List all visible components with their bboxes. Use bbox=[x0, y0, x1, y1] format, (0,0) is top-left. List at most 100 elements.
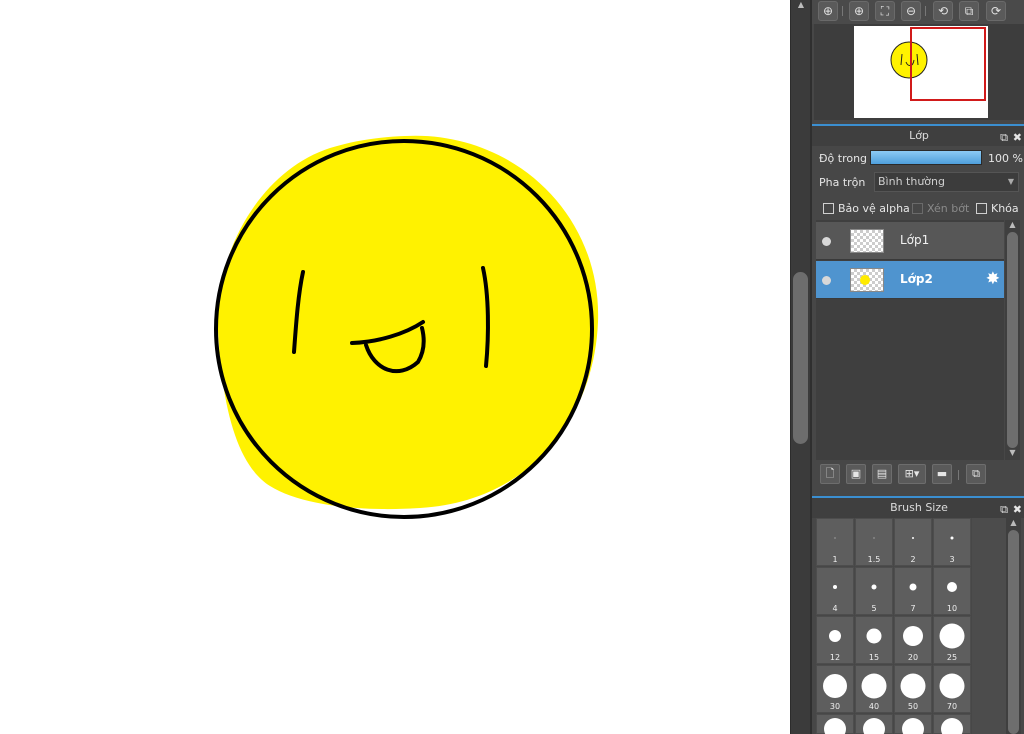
duplicate-icon: ⧉ bbox=[972, 467, 980, 480]
brush-size-label: 50 bbox=[907, 702, 919, 711]
brush-dot-icon bbox=[873, 537, 875, 539]
brush-size-label: 1 bbox=[832, 555, 838, 564]
opacity-slider[interactable] bbox=[870, 150, 982, 165]
navigator-viewport-frame[interactable] bbox=[910, 27, 986, 101]
brush-size-20[interactable]: 20 bbox=[894, 616, 932, 664]
brush-size-15[interactable]: 15 bbox=[855, 616, 893, 664]
new-special-layer-button[interactable]: ▤ bbox=[872, 464, 892, 484]
zoom-out-button[interactable]: ⊖ bbox=[901, 1, 921, 21]
brush-size-label: 40 bbox=[868, 702, 880, 711]
brush-size-1-5[interactable]: 1.5 bbox=[855, 518, 893, 566]
brush-size-next[interactable] bbox=[933, 714, 971, 734]
layers-panel-header: Lớp ⧉ ✖ bbox=[812, 124, 1024, 146]
brush-size-label: 70 bbox=[946, 702, 958, 711]
protect-alpha-checkbox[interactable] bbox=[823, 203, 834, 214]
brush-size-3[interactable]: 3 bbox=[933, 518, 971, 566]
new-layer-button[interactable]: 🗋 bbox=[820, 464, 840, 484]
close-icon[interactable]: ✖ bbox=[1013, 500, 1022, 519]
brush-dot-icon bbox=[863, 718, 885, 734]
brush-dot-icon bbox=[947, 582, 957, 592]
visibility-toggle-icon[interactable] bbox=[822, 276, 831, 285]
blend-mode-select[interactable]: Bình thường ▼ bbox=[874, 172, 1019, 192]
brush-dot-icon bbox=[941, 718, 963, 734]
brush-size-next[interactable] bbox=[855, 714, 893, 734]
clipping-checkbox[interactable] bbox=[912, 203, 923, 214]
fit-screen-button[interactable]: ⛶ bbox=[875, 1, 895, 21]
layer-list-scrollbar[interactable]: ▲ ▼ bbox=[1005, 220, 1020, 460]
layer-thumbnail-content bbox=[860, 275, 870, 285]
brush-size-label: 25 bbox=[946, 653, 958, 662]
scroll-up-icon[interactable]: ▲ bbox=[1007, 220, 1018, 229]
new-halftone-layer-button[interactable]: ▣ bbox=[846, 464, 866, 484]
rotate-right-button[interactable]: ⟳ bbox=[986, 1, 1006, 21]
layer-row-lop1[interactable]: Lớp1 bbox=[816, 222, 1004, 260]
layer-name: Lớp1 bbox=[900, 233, 930, 247]
brush-size-40[interactable]: 40 bbox=[855, 665, 893, 713]
brush-size-5[interactable]: 5 bbox=[855, 567, 893, 615]
canvas-scrollbar[interactable]: ▲ bbox=[790, 0, 810, 734]
drawing-canvas[interactable] bbox=[0, 0, 790, 734]
actual-size-icon: ⧉ bbox=[964, 4, 974, 18]
lock-checkbox[interactable] bbox=[976, 203, 987, 214]
layer-list-scroll-thumb[interactable] bbox=[1007, 232, 1018, 448]
scroll-up-icon[interactable]: ▲ bbox=[1008, 518, 1019, 527]
brush-grid-empty-area bbox=[972, 518, 1006, 734]
add-layer-icon: ⊞▾ bbox=[904, 467, 920, 480]
brush-dot-icon bbox=[829, 630, 841, 642]
new-folder-button[interactable]: ▬ bbox=[932, 464, 952, 484]
special-layer-icon: ▤ bbox=[876, 467, 888, 480]
popout-icon[interactable]: ⧉ bbox=[1000, 128, 1008, 147]
brush-size-12[interactable]: 12 bbox=[816, 616, 854, 664]
navigator-paper bbox=[854, 26, 988, 118]
layer-name: Lớp2 bbox=[900, 272, 933, 286]
chevron-down-icon: ▼ bbox=[1007, 177, 1014, 186]
brush-size-next[interactable] bbox=[894, 714, 932, 734]
right-dock: ⊕ ⊕ ⛶ ⊖ ⟲ ⧉ ⟳ Lớp ⧉ ✖ Độ trong 100 % Pha… bbox=[810, 0, 1024, 734]
brush-size-7[interactable]: 7 bbox=[894, 567, 932, 615]
opacity-slider-fill bbox=[871, 151, 981, 164]
brush-dot-icon bbox=[900, 673, 926, 699]
popout-icon[interactable]: ⧉ bbox=[1000, 500, 1008, 519]
blend-mode-value: Bình thường bbox=[878, 175, 945, 188]
brush-size-next[interactable] bbox=[816, 714, 854, 734]
opacity-label: Độ trong bbox=[819, 152, 868, 165]
brush-dot-icon bbox=[939, 673, 965, 699]
layer-row-lop2[interactable]: Lớp2 ✸ bbox=[816, 261, 1004, 299]
brush-size-1[interactable]: 1 bbox=[816, 518, 854, 566]
add-layer-menu-button[interactable]: ⊞▾ bbox=[898, 464, 926, 484]
duplicate-layer-button[interactable]: ⧉ bbox=[966, 464, 986, 484]
brush-size-4[interactable]: 4 bbox=[816, 567, 854, 615]
zoom-in-alt-button[interactable]: ⊕ bbox=[849, 1, 869, 21]
brush-size-30[interactable]: 30 bbox=[816, 665, 854, 713]
brush-size-25[interactable]: 25 bbox=[933, 616, 971, 664]
gear-icon[interactable]: ✸ bbox=[986, 269, 1000, 289]
zoom-out-icon: ⊖ bbox=[905, 4, 917, 18]
brush-size-scroll-thumb[interactable] bbox=[1008, 530, 1019, 734]
fit-screen-icon: ⛶ bbox=[880, 4, 890, 18]
clipping-label: Xén bớt bbox=[927, 202, 970, 215]
rotate-left-button[interactable]: ⟲ bbox=[933, 1, 953, 21]
brush-size-scrollbar[interactable]: ▲ bbox=[1006, 518, 1021, 734]
brush-size-70[interactable]: 70 bbox=[933, 665, 971, 713]
brush-size-10[interactable]: 10 bbox=[933, 567, 971, 615]
brush-size-label: 20 bbox=[907, 653, 919, 662]
brush-dot-icon bbox=[912, 537, 914, 539]
actual-size-button[interactable]: ⧉ bbox=[959, 1, 979, 21]
brush-dot-icon bbox=[950, 536, 954, 540]
brush-size-label: 1.5 bbox=[867, 555, 881, 564]
close-icon[interactable]: ✖ bbox=[1013, 128, 1022, 147]
visibility-toggle-icon[interactable] bbox=[822, 237, 831, 246]
canvas-scroll-thumb[interactable] bbox=[793, 272, 808, 444]
protect-alpha-label: Bảo vệ alpha bbox=[838, 202, 910, 215]
toolbar-divider bbox=[958, 470, 959, 480]
brush-size-2[interactable]: 2 bbox=[894, 518, 932, 566]
zoom-in-button[interactable]: ⊕ bbox=[818, 1, 838, 21]
brush-size-50[interactable]: 50 bbox=[894, 665, 932, 713]
brush-dot-icon bbox=[909, 583, 917, 591]
new-page-icon: 🗋 bbox=[825, 467, 835, 480]
scroll-up-icon[interactable]: ▲ bbox=[795, 0, 807, 10]
brush-size-label: 5 bbox=[871, 604, 877, 613]
brush-size-label: 2 bbox=[910, 555, 916, 564]
navigator-preview[interactable] bbox=[814, 24, 1024, 120]
scroll-down-icon[interactable]: ▼ bbox=[1007, 448, 1018, 457]
